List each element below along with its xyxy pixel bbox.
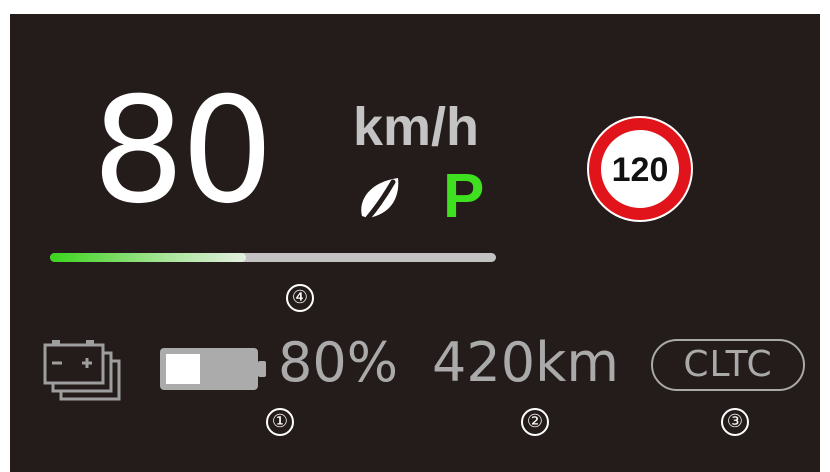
marker-range: ② (521, 408, 549, 436)
instrument-cluster: 80 km/h P 120 ④ 80% 420km CLTC ① ② ③ (10, 14, 820, 472)
battery-percentage: 80% (278, 331, 399, 394)
speed-limit-value: 120 (612, 151, 669, 189)
speed-limit-sign: 120 (586, 115, 694, 223)
speed-limit-sign-icon: 120 (587, 116, 693, 222)
speed-progress-bar (50, 253, 496, 262)
marker-battery: ① (266, 408, 294, 436)
range-standard-button[interactable]: CLTC (651, 339, 805, 391)
speed-progress-fill (50, 253, 247, 262)
speed-value: 80 (92, 66, 274, 236)
marker-speed-bar: ④ (286, 284, 314, 312)
battery-stack-icon (43, 340, 121, 401)
marker-standard: ③ (721, 408, 749, 436)
battery-icon (160, 348, 266, 390)
leaf-icon (361, 178, 399, 221)
battery-level-fill (166, 354, 200, 384)
gear-indicator: P (443, 162, 485, 231)
speed-unit: km/h (353, 97, 480, 157)
remaining-range: 420km (432, 331, 619, 394)
